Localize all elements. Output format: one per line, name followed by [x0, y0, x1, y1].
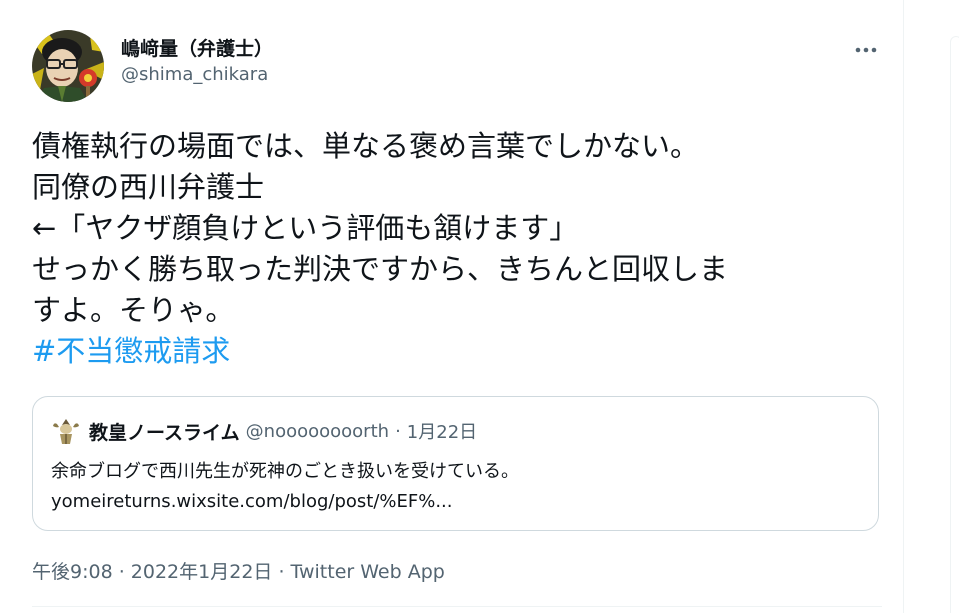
tweet-text-line: すよ。そりゃ。	[32, 293, 235, 327]
author-avatar-illustration	[32, 30, 104, 102]
quoted-tweet-body: 余命ブログで西川先生が死神のごとき扱いを受けている。 yomeireturns.…	[51, 457, 519, 517]
author-avatar[interactable]	[32, 30, 104, 102]
tweet-text-line: ←「ヤクザ顔負けという評価も頷けます」	[32, 211, 579, 245]
author-display-name[interactable]: 嶋﨑量（弁護士）	[121, 36, 273, 62]
divider	[32, 606, 882, 607]
tweet-column: 嶋﨑量（弁護士） @shima_chikara 債権執行の場面では、単なる褒め言…	[0, 0, 904, 613]
quoted-author-handle[interactable]: @noooooooorth	[246, 421, 389, 442]
quoted-separator: ·	[395, 420, 401, 442]
more-options-button[interactable]	[848, 36, 884, 64]
sidebar-edge	[950, 36, 959, 613]
quoted-date[interactable]: 1月22日	[407, 418, 477, 444]
tweet-text-line: 同僚の西川弁護士	[32, 170, 265, 204]
quoted-tweet-link: yomeireturns.wixsite.com/blog/post/%EF%.…	[51, 491, 453, 512]
quoted-tweet-text: 余命ブログで西川先生が死神のごとき扱いを受けている。	[51, 461, 519, 482]
quoted-tweet-card[interactable]: 教皇ノースライム @noooooooorth · 1月22日 余命ブログで西川先…	[32, 396, 879, 531]
hashtag-link[interactable]: #不当懲戒請求	[32, 331, 882, 372]
tweet-text-line: 債権執行の場面では、単なる褒め言葉でしかない。	[32, 129, 700, 163]
tweet-metadata: 午後9:08 · 2022年1月22日 · Twitter Web App	[32, 558, 445, 586]
author-handle[interactable]: @shima_chikara	[121, 62, 273, 88]
tweet-text: 債権執行の場面では、単なる褒め言葉でしかない。 同僚の西川弁護士 ←「ヤクザ顔負…	[32, 126, 882, 372]
page: 嶋﨑量（弁護士） @shima_chikara 債権執行の場面では、単なる褒め言…	[0, 0, 959, 613]
tweet-timestamp[interactable]: 午後9:08 · 2022年1月22日 ·	[32, 561, 291, 583]
tweet-source-app[interactable]: Twitter Web App	[291, 561, 445, 583]
quoted-author-avatar[interactable]	[51, 416, 81, 446]
author-info: 嶋﨑量（弁護士） @shima_chikara	[121, 36, 273, 88]
tweet-text-line: せっかく勝ち取った判決ですから、きちんと回収しま	[32, 252, 729, 286]
quoted-author-name[interactable]: 教皇ノースライム	[89, 418, 240, 445]
more-horizontal-icon	[855, 47, 877, 53]
quoted-tweet-header: 教皇ノースライム @noooooooorth · 1月22日	[51, 416, 477, 446]
